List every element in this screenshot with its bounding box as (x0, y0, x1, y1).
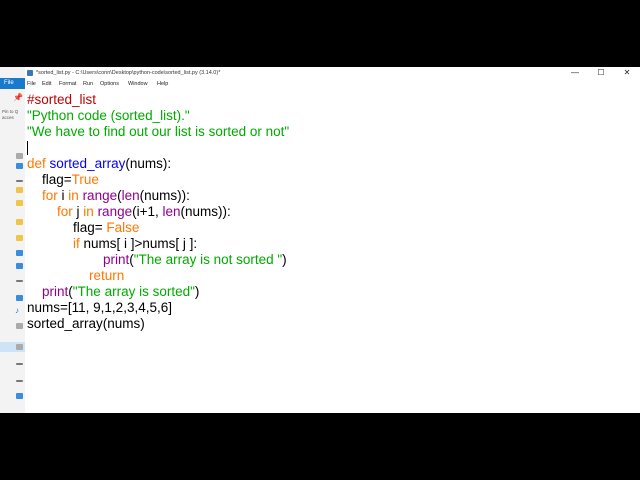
code-line-9: flag= False (73, 220, 139, 236)
network-icon[interactable] (16, 393, 23, 399)
plain-token: nums=[11, 9,1,2,3,4,5,6] (27, 300, 172, 315)
keyword-token: def (27, 156, 46, 171)
text-cursor (27, 141, 28, 155)
code-line-14: nums=[11, 9,1,2,3,4,5,6] (27, 300, 172, 316)
nav-item-icon[interactable] (16, 363, 23, 365)
idle-editor-window: *sorted_list.py - C:\Users\conn\Desktop\… (25, 67, 640, 413)
drive-icon[interactable] (16, 250, 23, 256)
code-line-15: sorted_array(nums) (27, 316, 145, 332)
plain-token: sorted_array(nums) (27, 316, 145, 331)
nav-item-icon[interactable] (16, 380, 23, 382)
code-line-1: #sorted_list (27, 92, 96, 108)
plain-token: (nums)): (180, 204, 231, 219)
explorer-file-tab[interactable]: File (0, 78, 25, 89)
screen: File 📌 Pin to Q acces ♪ *sorted_list.py … (0, 67, 640, 413)
window-title: *sorted_list.py - C:\Users\conn\Desktop\… (36, 70, 221, 76)
builtin-token: len (121, 188, 140, 203)
menu-file[interactable]: File (27, 79, 36, 90)
nav-item-icon[interactable] (16, 263, 23, 269)
plain-token: i (57, 188, 69, 203)
menu-bar: File Edit Format Run Options Window Help (25, 79, 640, 90)
code-line-13: print("The array is sorted") (42, 284, 199, 300)
plain-token: (i+1, (132, 204, 163, 219)
menu-run[interactable]: Run (83, 79, 93, 90)
nav-item-icon[interactable] (16, 163, 23, 169)
pin-label-line2: acces (2, 115, 14, 120)
builtin-token: range (82, 188, 118, 203)
window-titlebar: *sorted_list.py - C:\Users\conn\Desktop\… (25, 67, 640, 79)
explorer-titlebar (0, 67, 25, 78)
folder-icon[interactable] (16, 235, 23, 241)
nav-item-icon[interactable] (16, 180, 23, 182)
keyword-token: True (71, 172, 99, 187)
code-line-5: def sorted_array(nums): (27, 156, 171, 172)
plain-token: flag= (73, 220, 107, 235)
string-token: "We have to find out our list is sorted … (27, 124, 290, 139)
comment-token: #sorted_list (27, 92, 97, 107)
close-button[interactable]: ✕ (614, 67, 640, 79)
function-name-token: sorted_array (49, 156, 126, 171)
code-line-2: "Python code (sorted_list)." (27, 108, 190, 124)
keyword-token: for (42, 188, 58, 203)
plain-token: (nums): (125, 156, 172, 171)
string-token: "The array is not sorted " (133, 252, 283, 267)
pin-icon[interactable]: 📌 (13, 94, 23, 102)
code-line-10: if nums[ i ]>nums[ j ]: (73, 236, 197, 252)
plain-token: j (72, 204, 84, 219)
keyword-token: False (106, 220, 140, 235)
nav-item-icon[interactable] (16, 280, 23, 282)
menu-options[interactable]: Options (100, 79, 119, 90)
builtin-token: len (162, 204, 181, 219)
code-editor[interactable]: #sorted_list "Python code (sorted_list).… (25, 90, 640, 413)
python-file-icon (27, 70, 33, 76)
plain-token: ) (282, 252, 287, 267)
keyword-token: return (89, 268, 125, 283)
code-line-12: return (89, 268, 124, 284)
folder-icon[interactable] (16, 187, 23, 193)
code-line-11: print("The array is not sorted ") (103, 252, 287, 268)
builtin-token: range (97, 204, 133, 219)
nav-item-icon[interactable] (16, 153, 23, 159)
code-line-3: "We have to find out our list is sorted … (27, 124, 289, 140)
builtin-token: print (103, 252, 130, 267)
file-explorer-strip: File 📌 Pin to Q acces ♪ (0, 67, 26, 413)
keyword-token: in (68, 188, 79, 203)
menu-window[interactable]: Window (128, 79, 148, 90)
string-token: "Python code (sorted_list)." (27, 108, 190, 123)
plain-token: nums[ i ]>nums[ j ]: (79, 236, 198, 251)
string-token: "The array is sorted" (72, 284, 195, 299)
menu-edit[interactable]: Edit (42, 79, 51, 90)
code-line-7: for i in range(len(nums)): (42, 188, 190, 204)
minimize-button[interactable]: — (562, 67, 588, 79)
menu-help[interactable]: Help (157, 79, 168, 90)
nav-item-icon[interactable] (16, 344, 23, 350)
plain-token: (nums)): (139, 188, 190, 203)
nav-item-icon[interactable] (16, 323, 23, 329)
menu-format[interactable]: Format (59, 79, 76, 90)
folder-icon[interactable] (16, 219, 23, 225)
code-line-8: for j in range(i+1, len(nums)): (57, 204, 231, 220)
music-icon[interactable]: ♪ (15, 307, 19, 315)
plain-token: ) (194, 284, 200, 299)
plain-token: flag= (42, 172, 72, 187)
keyword-token: for (57, 204, 73, 219)
pin-quick-access-label: Pin to Q acces (2, 109, 18, 121)
keyword-token: if (73, 236, 80, 251)
folder-icon[interactable] (16, 200, 23, 206)
keyword-token: in (83, 204, 94, 219)
builtin-token: print (42, 284, 69, 299)
nav-item-icon[interactable] (16, 295, 23, 301)
maximize-button[interactable]: ☐ (588, 67, 614, 79)
code-line-6: flag=True (42, 172, 99, 188)
